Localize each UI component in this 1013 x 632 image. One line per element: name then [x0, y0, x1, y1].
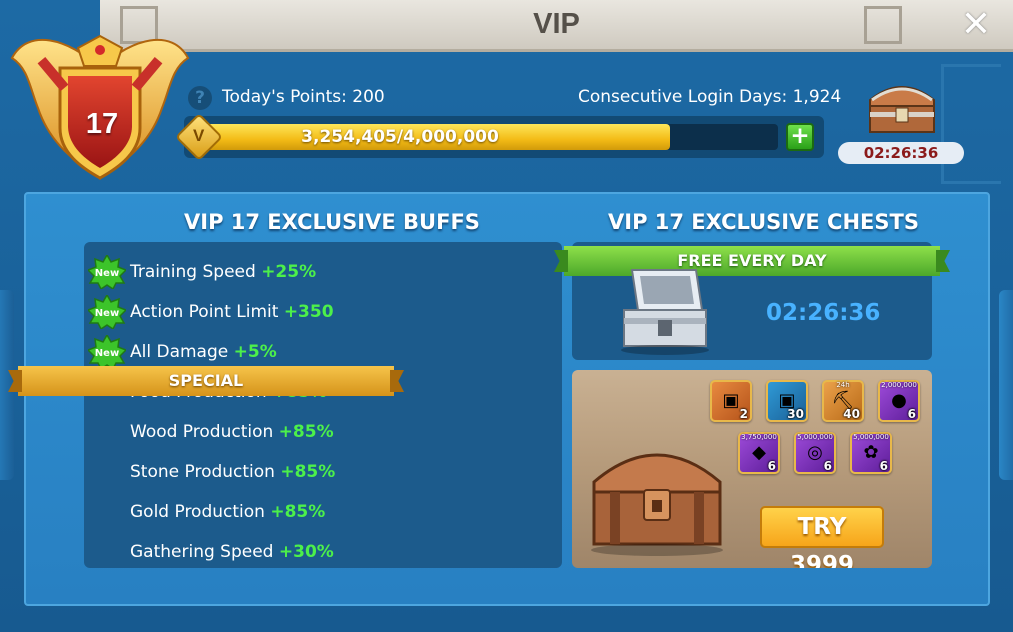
item-label: 5,000,000: [853, 433, 889, 441]
item-label: 5,000,000: [797, 433, 833, 441]
daily-chest-timer: 02:26:36: [838, 142, 964, 164]
buff-name: All Damage: [130, 342, 229, 362]
reward-item[interactable]: ▣ 30: [766, 380, 808, 422]
title-bar: VIP ✕: [100, 0, 1013, 52]
add-vip-points-button[interactable]: +: [786, 123, 814, 151]
reward-item[interactable]: 2,000,000 ● 6: [878, 380, 920, 422]
item-label: 3,750,000: [741, 433, 777, 441]
buff-value: +85%: [280, 462, 336, 482]
buff-list[interactable]: New Training Speed +25% New Action Point…: [84, 242, 562, 568]
new-badge-text: New: [95, 308, 119, 319]
buff-value: +5%: [233, 342, 277, 362]
buff-value: +25%: [261, 262, 317, 282]
chests-title: VIP 17 EXCLUSIVE CHESTS: [608, 210, 919, 234]
todays-points-label: Today's Points: 200: [222, 87, 385, 107]
reward-item[interactable]: 24h ⛏ 40: [822, 380, 864, 422]
item-label: 2,000,000: [881, 381, 917, 389]
list-item: New Training Speed +25%: [84, 255, 562, 289]
buff-name: Gold Production: [130, 502, 265, 522]
list-item: New All Damage +5%: [84, 335, 562, 369]
vip-points-letter: V: [193, 126, 205, 145]
list-item: Gathering Speed +30%: [84, 538, 562, 568]
main-panel: VIP 17 EXCLUSIVE BUFFS VIP 17 EXCLUSIVE …: [18, 192, 990, 606]
window-title: VIP: [533, 8, 580, 40]
list-item: Gold Production +85%: [84, 498, 562, 528]
free-chest-timer: 02:26:36: [766, 300, 881, 326]
new-badge-icon: New: [88, 335, 126, 369]
buff-value: +30%: [278, 542, 334, 562]
vip-level-badge[interactable]: 17: [8, 28, 192, 193]
daily-chest-button[interactable]: [862, 72, 942, 140]
list-item: New Action Point Limit +350: [84, 295, 562, 329]
free-chest-panel[interactable]: FREE EVERY DAY 02:26:36: [564, 242, 940, 360]
new-badge-icon: New: [88, 255, 126, 289]
item-quantity: 6: [879, 459, 888, 473]
special-ribbon: SPECIAL: [18, 366, 394, 396]
right-edge-decoration: [999, 290, 1013, 480]
treasure-chest-icon: [869, 86, 935, 133]
buff-value: +350: [283, 302, 334, 322]
login-days-label: Consecutive Login Days: 1,924: [578, 87, 842, 107]
item-quantity: 6: [823, 459, 832, 473]
silver-chest-icon: [621, 269, 709, 355]
close-button[interactable]: ✕: [957, 6, 995, 44]
buff-name: Stone Production: [130, 462, 275, 482]
new-badge-text: New: [95, 268, 119, 279]
progress-value: 3,254,405/4,000,000: [301, 127, 499, 147]
item-quantity: 2: [739, 407, 748, 421]
vip-window: VIP ✕ 17 ? Today's Points: 200 Consecuti…: [0, 0, 1013, 632]
buff-action-point-limit: Action Point Limit +350: [130, 302, 334, 322]
item-quantity: 6: [907, 407, 916, 421]
buff-all-damage: All Damage +5%: [130, 342, 277, 362]
list-item: Wood Production +85%: [84, 418, 562, 448]
vip-level-number: 17: [85, 108, 119, 140]
greek-ornament-right: [941, 64, 1001, 184]
buff-name: Action Point Limit: [130, 302, 279, 322]
buff-name: Gathering Speed: [130, 542, 274, 562]
buff-value: +85%: [278, 422, 334, 442]
item-label: 24h: [836, 381, 850, 389]
new-badge-icon: New: [88, 295, 126, 329]
special-chest-panel: ▣ 2 ▣ 30 24h ⛏ 40 2,000,000 ● 6 3,750,00…: [572, 370, 932, 568]
buff-training-speed: Training Speed +25%: [130, 262, 316, 282]
reward-item[interactable]: 5,000,000 ◎ 6: [794, 432, 836, 474]
vip-progress-bar: 3,254,405/4,000,000 V +: [174, 112, 824, 162]
item-quantity: 30: [787, 407, 804, 421]
buff-wood-production: Wood Production +85%: [130, 422, 334, 442]
bronze-chest-icon: [591, 453, 723, 556]
buff-gathering-speed: Gathering Speed +30%: [130, 542, 334, 562]
buff-stone-production: Stone Production +85%: [130, 462, 335, 482]
buffs-title: VIP 17 EXCLUSIVE BUFFS: [184, 210, 480, 234]
new-badge-text: New: [95, 348, 119, 359]
item-quantity: 6: [767, 459, 776, 473]
buff-value: +85%: [270, 502, 326, 522]
buff-gold-production: Gold Production +85%: [130, 502, 325, 522]
reward-item[interactable]: ▣ 2: [710, 380, 752, 422]
reward-item[interactable]: 3,750,000 ◆ 6: [738, 432, 780, 474]
try-special-button[interactable]: TRY 3999: [760, 506, 884, 568]
buff-name: Training Speed: [130, 262, 256, 282]
buff-name: Wood Production: [130, 422, 274, 442]
help-icon[interactable]: ?: [188, 86, 212, 110]
list-item: Stone Production +85%: [84, 458, 562, 488]
item-quantity: 40: [843, 407, 860, 421]
reward-item[interactable]: 5,000,000 ✿ 6: [850, 432, 892, 474]
